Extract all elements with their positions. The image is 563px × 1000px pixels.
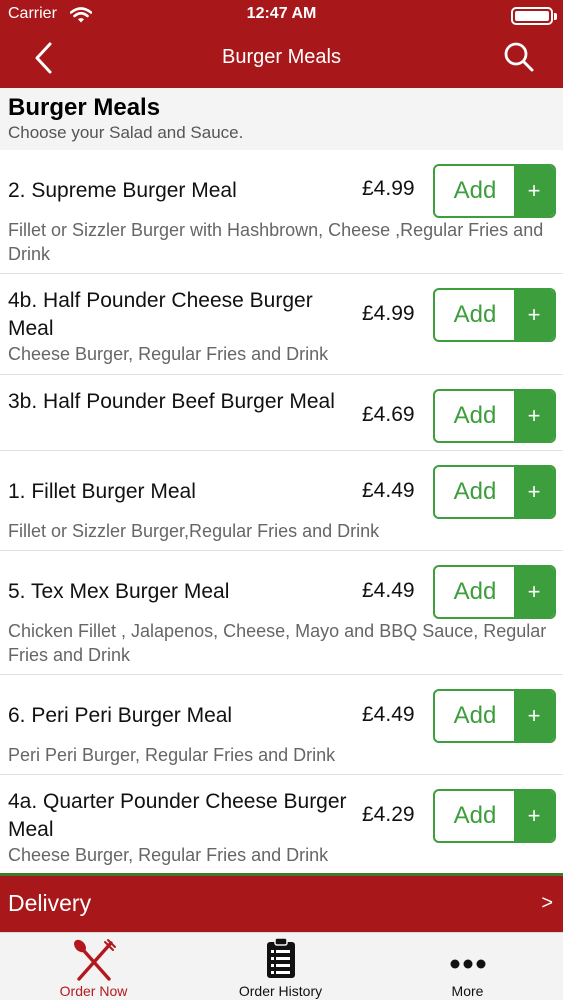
add-label: Add [453,301,497,328]
more-dots-icon [374,937,561,983]
status-time: 12:47 AM [246,5,317,22]
plus-icon: + [514,166,554,216]
add-label: Add [453,702,497,729]
item-price: £4.29 [362,803,415,826]
add-button[interactable]: Add + [433,789,556,843]
item-name: 3b. Half Pounder Beef Burger Meal [8,390,335,413]
add-button[interactable]: Add + [433,565,556,619]
search-button[interactable] [499,38,539,78]
add-button[interactable]: Add + [433,689,556,743]
add-button[interactable]: Add + [433,465,556,519]
tab-label: Order History [238,983,323,999]
section-title: Burger Meals [8,94,161,121]
menu-item[interactable]: 4b. Half Pounder Cheese Burger Meal £4.9… [0,274,563,375]
nav-title: Burger Meals [222,46,341,68]
add-label: Add [453,802,497,829]
menu-item[interactable]: 4a. Quarter Pounder Cheese Burger Meal £… [0,775,563,873]
item-price: £4.49 [362,703,415,726]
battery-icon [511,7,557,25]
item-name: 4b. Half Pounder Cheese Burger Meal [8,289,313,340]
item-name: 2. Supreme Burger Meal [8,179,237,202]
fork-knife-icon [0,937,187,983]
menu-item[interactable]: 2. Supreme Burger Meal £4.99 Add + Fille… [0,150,563,274]
item-description: Fillet or Sizzler Burger,Regular Fries a… [8,521,380,541]
item-description: Fillet or Sizzler Burger with Hashbrown,… [8,220,544,264]
item-name: 1. Fillet Burger Meal [8,480,196,503]
tab-label: Order Now [59,983,128,999]
add-label: Add [453,177,497,204]
item-description: Cheese Burger, Regular Fries and Drink [8,344,329,364]
menu-item[interactable]: 1. Fillet Burger Meal £4.49 Add + Fillet… [0,451,563,551]
plus-icon: + [514,391,554,441]
item-price: £4.99 [362,177,415,200]
tab-bar: Order Now Order History More [0,932,563,1000]
chevron-right-icon: > [541,892,553,914]
add-label: Add [453,578,497,605]
item-description: Cheese Burger, Regular Fries and Drink [8,845,329,865]
add-button[interactable]: Add + [433,164,556,218]
menu-list[interactable]: 2. Supreme Burger Meal £4.99 Add + Fille… [0,150,563,873]
item-price: £4.99 [362,302,415,325]
search-icon [504,42,534,72]
plus-icon: + [514,467,554,517]
plus-icon: + [514,791,554,841]
add-button[interactable]: Add + [433,288,556,342]
section-subtitle: Choose your Salad and Sauce. [8,123,244,142]
item-price: £4.49 [362,479,415,502]
add-label: Add [453,478,497,505]
tab-order-history[interactable]: Order History [187,933,374,1000]
menu-item[interactable]: 5. Tex Mex Burger Meal £4.49 Add + Chick… [0,551,563,675]
tab-order-now[interactable]: Order Now [0,933,187,1000]
tab-label: More [451,983,484,999]
plus-icon: + [514,567,554,617]
item-price: £4.49 [362,579,415,602]
item-name: 4a. Quarter Pounder Cheese Burger Meal [8,790,347,841]
app-header: Carrier 12:47 AM Burger Meals [0,0,563,88]
item-name: 6. Peri Peri Burger Meal [8,704,233,727]
tab-more[interactable]: More [374,933,561,1000]
item-name: 5. Tex Mex Burger Meal [8,580,230,603]
plus-icon: + [514,290,554,340]
delivery-bar[interactable]: Delivery > [0,873,563,932]
delivery-label: Delivery [8,890,92,916]
item-price: £4.69 [362,403,415,426]
plus-icon: + [514,691,554,741]
add-label: Add [453,402,497,429]
add-button[interactable]: Add + [433,389,556,443]
item-description: Chicken Fillet , Jalapenos, Cheese, Mayo… [8,621,547,665]
nav-bar: Burger Meals [0,30,563,86]
section-header: Burger Meals Choose your Salad and Sauce… [0,88,563,150]
item-description: Peri Peri Burger, Regular Fries and Drin… [8,745,336,765]
menu-item[interactable]: 3b. Half Pounder Beef Burger Meal £4.69 … [0,375,563,451]
clipboard-list-icon [187,937,374,983]
status-bar: Carrier 12:47 AM [0,4,563,26]
menu-item[interactable]: 6. Peri Peri Burger Meal £4.49 Add + Per… [0,675,563,775]
